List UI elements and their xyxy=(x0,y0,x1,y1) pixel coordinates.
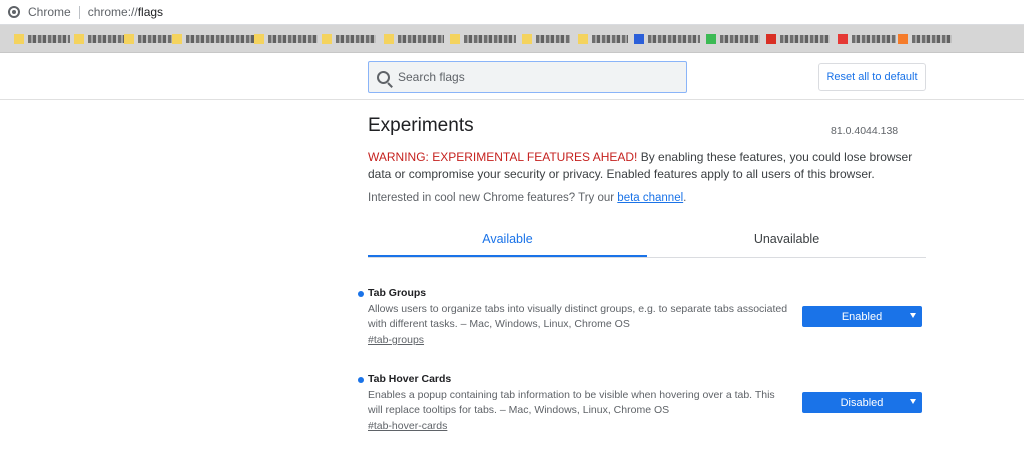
chrome-icon xyxy=(8,6,20,18)
flag-state-select[interactable]: Enabled xyxy=(802,306,922,327)
search-input[interactable] xyxy=(398,70,658,84)
flag-permalink[interactable]: #tab-groups xyxy=(368,334,424,346)
tab-available[interactable]: Available xyxy=(368,222,647,257)
folder-icon xyxy=(124,34,134,44)
flag-state-value: Enabled xyxy=(841,310,883,323)
site-icon xyxy=(898,34,908,44)
flag-description: Allows users to organize tabs into visua… xyxy=(368,303,788,330)
folder-icon xyxy=(450,34,460,44)
beta-note-end: . xyxy=(683,192,687,204)
folder-icon xyxy=(322,34,332,44)
flags-header: Reset all to default xyxy=(0,53,1024,100)
page-title: Experiments xyxy=(368,115,474,136)
flag-permalink[interactable]: #tab-hover-cards xyxy=(368,420,447,432)
version-label: 81.0.4044.138 xyxy=(831,125,899,137)
flag-description: Enables a popup containing tab informati… xyxy=(368,389,775,416)
flags-tabs: Available Unavailable xyxy=(368,222,926,258)
flag-entry-tab-groups: Tab Groups Allows users to organize tabs… xyxy=(358,287,928,347)
address-bar[interactable]: Chrome chrome://flags xyxy=(0,0,1024,25)
reset-all-button[interactable]: Reset all to default xyxy=(818,63,926,91)
beta-channel-link[interactable]: beta channel xyxy=(617,192,683,204)
site-icon xyxy=(706,34,716,44)
chevron-down-icon xyxy=(910,399,916,404)
tab-unavailable[interactable]: Unavailable xyxy=(647,222,926,257)
site-icon xyxy=(634,34,644,44)
flag-state-value: Disabled xyxy=(840,396,884,409)
flag-name: Tab Groups xyxy=(368,287,427,299)
url-scheme[interactable]: chrome:// xyxy=(88,5,138,19)
flag-entry-tab-hover-cards: Tab Hover Cards Enables a popup containi… xyxy=(358,373,928,433)
folder-icon xyxy=(578,34,588,44)
site-label: Chrome xyxy=(28,5,71,19)
beta-note-text: Interested in cool new Chrome features? … xyxy=(368,192,618,204)
site-icon xyxy=(766,34,776,44)
folder-icon xyxy=(74,34,84,44)
warning-strong: WARNING: EXPERIMENTAL FEATURES AHEAD! xyxy=(368,150,638,164)
chevron-down-icon xyxy=(910,313,916,318)
folder-icon xyxy=(14,34,24,44)
divider xyxy=(78,5,80,19)
search-box[interactable] xyxy=(368,61,687,93)
beta-channel-note: Interested in cool new Chrome features? … xyxy=(368,192,686,204)
folder-icon xyxy=(522,34,532,44)
folder-icon xyxy=(384,34,394,44)
folder-icon xyxy=(172,34,182,44)
search-icon xyxy=(377,70,390,84)
folder-icon xyxy=(254,34,264,44)
url-path[interactable]: flags xyxy=(138,5,163,19)
modified-dot-icon xyxy=(358,377,364,383)
warning-text: WARNING: EXPERIMENTAL FEATURES AHEAD! By… xyxy=(368,149,928,183)
modified-dot-icon xyxy=(358,291,364,297)
flag-name: Tab Hover Cards xyxy=(368,373,452,385)
site-icon xyxy=(838,34,848,44)
flag-state-select[interactable]: Disabled xyxy=(802,392,922,413)
bookmarks-bar xyxy=(0,25,1024,53)
